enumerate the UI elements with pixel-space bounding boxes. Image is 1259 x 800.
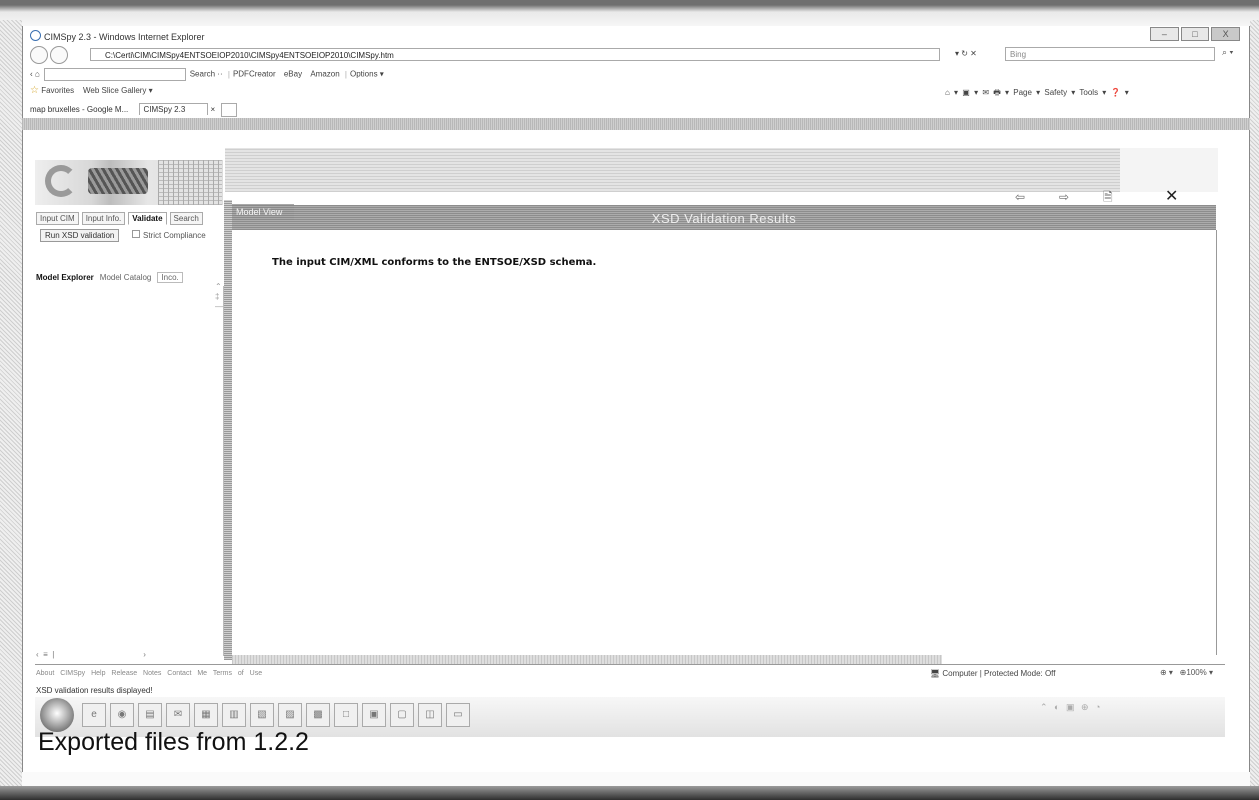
browser-tabs: map bruxelles - Google M... CIMSpy 2.3 × <box>30 103 238 117</box>
tab-model-catalog[interactable]: Model Catalog <box>100 273 152 282</box>
toolbar-pdfcreator[interactable]: PDFCreator <box>233 70 276 79</box>
zoom-control[interactable]: ⊕ ▾ ⊕100% ▾ <box>1160 668 1213 677</box>
forward-arrow-icon[interactable]: ⇨ <box>1059 190 1103 204</box>
results-title: XSD Validation Results <box>651 211 797 226</box>
search-go-icon[interactable]: ⌕ ▾ <box>1222 47 1233 58</box>
left-scroll-marks[interactable]: ⌃ ‡ — <box>215 282 223 312</box>
taskbar-folder-icon[interactable]: ▤ <box>138 703 162 727</box>
explorer-tabs: Model Explorer Model Catalog Inco. <box>36 272 183 283</box>
toolbar-back-home[interactable]: ‹ ⌂ <box>30 70 40 79</box>
tab-inco[interactable]: Inco. <box>157 272 183 283</box>
logo-c-shape <box>45 165 77 197</box>
back-button[interactable] <box>30 46 48 64</box>
tab-map-bruxelles[interactable]: map bruxelles - Google M... <box>30 105 128 114</box>
scan-edge-right <box>1250 20 1259 790</box>
web-slice-gallery[interactable]: Web Slice Gallery ▾ <box>83 86 153 95</box>
scan-edge-top <box>0 0 1259 26</box>
back-arrow-icon[interactable]: ⇦ <box>1015 190 1059 204</box>
checkbox-icon <box>132 230 140 238</box>
main-view-right-border <box>1216 230 1217 655</box>
tab-close-icon[interactable]: × <box>211 105 216 114</box>
toolbar: ‹ ⌂ Search ·· | PDFCreator eBay Amazon | Op… <box>30 68 384 81</box>
taskbar-app2-icon[interactable]: ✉ <box>166 703 190 727</box>
nav-buttons <box>30 46 70 69</box>
taskbar-ie-icon[interactable]: e <box>82 703 106 727</box>
ie-icon <box>30 30 41 41</box>
toolbar-amazon[interactable]: Amazon <box>310 70 339 79</box>
strict-compliance-checkbox[interactable]: Strict Compliance <box>132 230 206 240</box>
toolbar-options[interactable]: Options ▾ <box>350 70 384 79</box>
status-message: XSD validation results displayed! <box>36 686 153 695</box>
window-title: CIMSpy 2.3 - Windows Internet Explorer <box>30 30 205 42</box>
validation-message: The input CIM/XML conforms to the ENTSOE… <box>272 257 597 268</box>
taskbar-app9-icon[interactable]: ▣ <box>362 703 386 727</box>
tab-validate[interactable]: Validate <box>128 212 167 225</box>
tab-cimspy-label: CIMSpy 2.3 <box>143 105 186 115</box>
footer-links[interactable]: About CIMSpy Help Release Notes Contact … <box>36 670 262 677</box>
tab-search[interactable]: Search <box>169 212 203 225</box>
taskbar-app5-icon[interactable]: ▧ <box>250 703 274 727</box>
run-xsd-validation-button[interactable]: Run XSD validation <box>40 229 120 242</box>
command-bar[interactable]: ⌂ ▾ ▣ ▾ ✉ 🖶 ▾ Page ▾ Safety ▾ Tools ▾ ❓ … <box>945 87 1129 101</box>
strict-compliance-label: Strict Compliance <box>143 231 206 240</box>
taskbar-app6-icon[interactable]: ▨ <box>278 703 302 727</box>
favorites-bar: ☆ Favorites Web Slice Gallery ▾ <box>30 85 153 96</box>
tab-model-explorer[interactable]: Model Explorer <box>36 273 94 282</box>
taskbar-app10-icon[interactable]: ▢ <box>390 703 414 727</box>
minimize-button[interactable]: – <box>1150 27 1179 41</box>
favorites-button[interactable]: Favorites <box>41 86 74 95</box>
taskbar-app-icon[interactable]: ◉ <box>110 703 134 727</box>
scan-edge-left <box>0 20 22 790</box>
maximize-button[interactable]: □ <box>1180 27 1210 41</box>
taskbar-app7-icon[interactable]: ▩ <box>306 703 330 727</box>
taskbar-app8-icon[interactable]: □ <box>334 703 358 727</box>
taskbar-app11-icon[interactable]: ◫ <box>418 703 442 727</box>
caption: Exported files from 1.2.2 <box>38 728 309 756</box>
new-tab-button[interactable] <box>221 103 238 117</box>
address-tools[interactable]: ▾ ↻ ✕ <box>955 49 977 58</box>
tab-cimspy[interactable]: CIMSpy 2.3 <box>138 103 209 116</box>
search-input[interactable]: Bing <box>1005 47 1215 61</box>
page-top-band <box>22 118 1250 130</box>
scan-edge-bottom <box>0 786 1259 800</box>
logo-grid <box>158 160 222 205</box>
toolbar-search[interactable]: Search ·· <box>190 70 223 79</box>
main-horizontal-scrollbar[interactable] <box>232 655 942 664</box>
panel-splitter[interactable] <box>224 200 232 660</box>
app-header-band <box>225 148 1120 192</box>
window-title-text: CIMSpy 2.3 - Windows Internet Explorer <box>44 32 205 42</box>
left-horizontal-scrollbar[interactable]: ‹ ≡ | › <box>36 650 146 659</box>
close-icon[interactable]: ✕ <box>1165 186 1178 206</box>
security-zone-text: Computer | Protected Mode: Off <box>942 669 1056 678</box>
tab-input-info[interactable]: Input Info. <box>81 212 126 225</box>
star-icon: ☆ <box>30 85 39 96</box>
logo-graphic <box>88 168 148 194</box>
taskbar-app4-icon[interactable]: ▥ <box>222 703 246 727</box>
taskbar-app3-icon[interactable]: ▦ <box>194 703 218 727</box>
page-bottom-margin <box>22 772 1250 786</box>
footer-divider <box>35 664 1225 665</box>
taskbar-app12-icon[interactable]: ▭ <box>446 703 470 727</box>
tab-input-cim[interactable]: Input CIM <box>36 212 79 225</box>
system-tray[interactable]: ⌃ ◐ ▣ ⊕ ◔ <box>1040 702 1102 713</box>
start-button[interactable] <box>40 698 74 732</box>
model-explorer-panel <box>35 286 224 656</box>
toolbar-search-input[interactable] <box>43 68 186 81</box>
address-input[interactable]: C:\Certi\CIM\CIMSpy4ENTSOEIOP2010\CIMSpy… <box>90 48 940 61</box>
computer-icon: 🖥 <box>930 669 943 678</box>
close-window-button[interactable]: X <box>1211 27 1241 41</box>
toolbar-ebay[interactable]: eBay <box>284 70 302 79</box>
forward-button[interactable] <box>50 46 68 64</box>
security-zone: 🖥 Computer | Protected Mode: Off <box>930 669 1055 678</box>
window-controls: – □ X <box>1150 27 1241 41</box>
left-tabs: Input CIM Input Info. Validate Search <box>36 212 203 225</box>
